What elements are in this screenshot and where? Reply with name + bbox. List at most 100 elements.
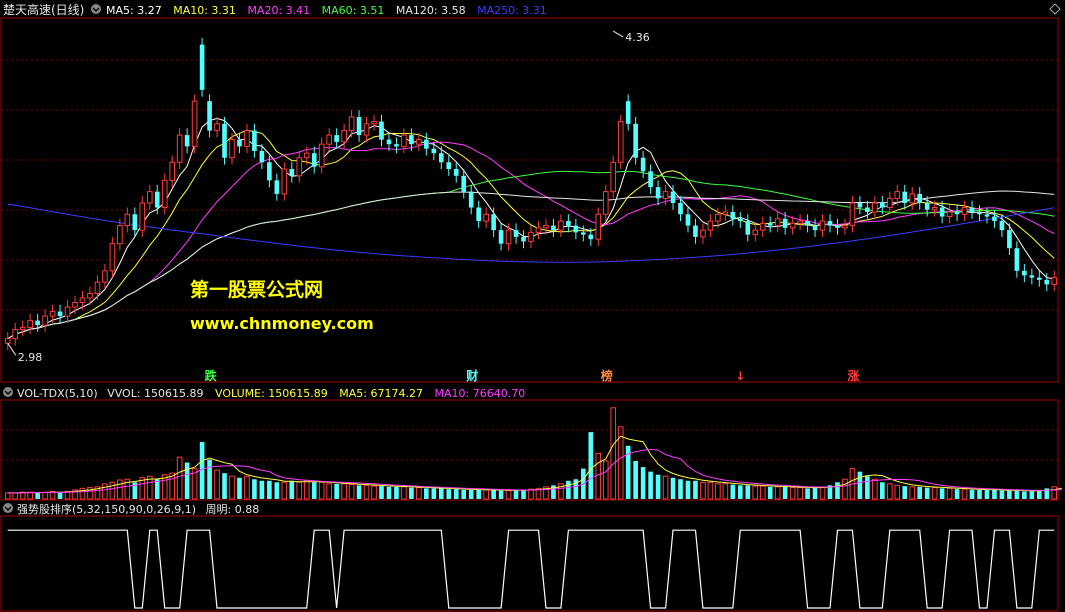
volume-bar: [57, 492, 63, 499]
candle-body: [924, 202, 930, 210]
ma60-label: MA60: 3.51: [322, 4, 385, 17]
volume-panel-header: VOL-TDX(5,10) VVOL: 150615.89 VOLUME: 15…: [3, 387, 525, 400]
volume-bar: [207, 459, 212, 499]
volume-bar: [334, 483, 339, 499]
ma20-label: MA20: 3.41: [247, 4, 310, 17]
volume-bar: [969, 489, 975, 499]
volume-bar: [782, 486, 788, 499]
volume-bar: [528, 488, 534, 500]
candle-body: [648, 171, 653, 188]
candle-body: [842, 225, 848, 229]
candle-body: [685, 214, 691, 226]
candle-body: [558, 220, 564, 231]
collapse-icon[interactable]: [91, 4, 101, 14]
volume-bar: [640, 467, 646, 499]
candle-body: [476, 207, 481, 222]
candle-body: [602, 191, 609, 215]
candle-body: [566, 221, 571, 226]
volume-bar: [491, 489, 496, 499]
volume-bars: [4, 407, 1058, 500]
vol-ma5-label: MA5: 67174.27: [339, 387, 423, 400]
candle-body: [819, 220, 826, 231]
candle-body: [812, 225, 818, 231]
volume-bar: [505, 490, 512, 500]
candle-body: [1029, 275, 1035, 278]
candle-body: [640, 157, 646, 172]
candle-body: [244, 130, 250, 147]
candle-body: [207, 101, 212, 131]
volume-bar: [438, 488, 444, 499]
volume-bar: [483, 489, 489, 500]
volume-bar: [35, 492, 40, 499]
candle-body: [1014, 248, 1020, 271]
high-label: 4.36: [625, 31, 650, 44]
volume-bar: [267, 480, 272, 499]
candle-body: [318, 143, 325, 168]
candle-body: [348, 116, 355, 132]
candle-body: [468, 191, 474, 208]
volume-bar: [416, 487, 422, 500]
volume-bar: [154, 479, 160, 499]
candle-body: [573, 225, 579, 233]
candle-body: [252, 130, 257, 151]
candle-body: [281, 168, 288, 195]
candle-body: [865, 207, 870, 213]
diamond-icon[interactable]: [1049, 3, 1061, 15]
candle-body: [139, 202, 146, 231]
candle-body: [782, 218, 788, 228]
candle-body: [409, 135, 414, 145]
candle-body: [498, 230, 504, 244]
candle-body: [745, 221, 751, 235]
price-panel-header: 楚天高速(日线) MA5: 3.27 MA10: 3.31 MA20: 3.41…: [3, 2, 1061, 17]
candle-body: [625, 101, 631, 124]
watermark: 第一股票公式网 www.chnmoney.com: [190, 278, 374, 333]
volume-bar: [326, 483, 332, 500]
volume-bar: [431, 488, 437, 499]
low-label: 2.98: [18, 351, 42, 364]
volume-bar: [610, 407, 617, 500]
volume-bar: [176, 456, 183, 500]
candle-body: [939, 207, 945, 217]
candle-body: [805, 221, 810, 226]
volume-bar: [902, 486, 908, 499]
candle-body: [505, 229, 512, 245]
volume-legend: VOL-TDX(5,10) VVOL: 150615.89 VOLUME: 15…: [17, 387, 525, 400]
candle-body: [191, 100, 198, 147]
signal-path: [7, 529, 1055, 609]
candle-body: [87, 292, 93, 299]
candle-body: [774, 218, 781, 227]
signal-panel-header: 强势股排序(5,32,150,90,0,26,9,1) 周明: 0.88: [3, 502, 259, 516]
candle-body: [416, 139, 422, 145]
volume-bar: [662, 475, 669, 500]
candle-body: [849, 202, 856, 227]
candle-body: [199, 44, 205, 90]
candle-body: [94, 281, 101, 294]
volume-bar: [759, 485, 766, 500]
volume-bar: [954, 489, 960, 499]
candle-body: [154, 191, 160, 208]
volume-bar: [1007, 490, 1012, 499]
candle-body: [946, 211, 953, 218]
candle-body: [886, 197, 893, 208]
candle-body: [401, 134, 407, 147]
candle-body: [461, 175, 467, 192]
candle-body: [633, 123, 638, 158]
candle-body: [274, 180, 280, 194]
volume-bar: [857, 471, 863, 499]
volume-bar: [289, 480, 295, 499]
collapse-icon[interactable]: [3, 503, 13, 513]
candle-body: [79, 297, 86, 303]
candle-body: [752, 229, 759, 236]
candle-body: [789, 222, 796, 229]
volume-bar: [700, 481, 706, 500]
candle-body: [222, 123, 227, 158]
collapse-icon[interactable]: [3, 387, 13, 397]
volume-bar: [311, 482, 317, 499]
volume-bar: [27, 491, 33, 500]
candle-body: [303, 152, 310, 159]
volume-bar: [984, 489, 990, 499]
ma5-label: MA5: 3.27: [106, 4, 162, 17]
candle-body: [296, 157, 303, 177]
candle-body: [835, 225, 840, 228]
candle-body: [513, 230, 519, 237]
